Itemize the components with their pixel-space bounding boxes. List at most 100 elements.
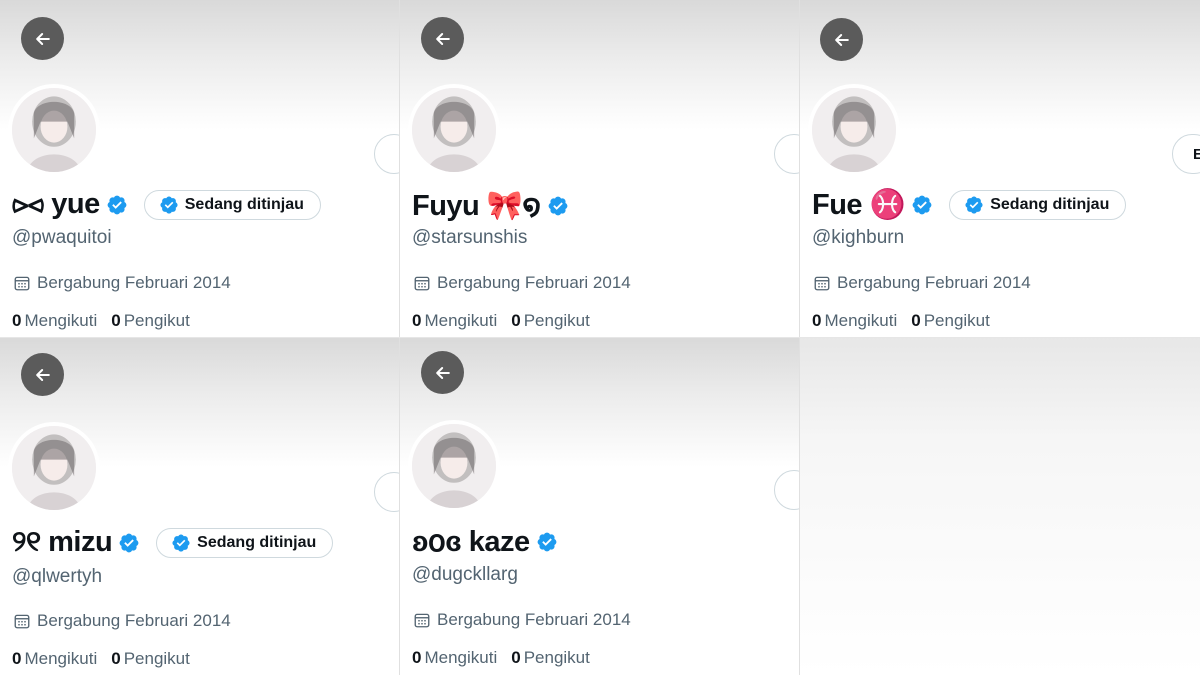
calendar-icon xyxy=(413,611,431,629)
following-count: 0 xyxy=(812,311,822,330)
review-status-badge[interactable]: Sedang ditinjau xyxy=(143,189,321,220)
verified-badge-icon[interactable] xyxy=(911,194,933,216)
follow-stats: 0 Mengikuti 0 Pengikut xyxy=(12,311,190,331)
back-button[interactable] xyxy=(21,353,64,396)
avatar[interactable] xyxy=(408,84,500,176)
name-row: ʚ𝗈ɞ kaze xyxy=(412,524,558,559)
display-name: Fue ♓ xyxy=(812,189,906,221)
verified-badge-icon xyxy=(964,195,984,215)
handle: @pwaquitoi xyxy=(12,227,112,248)
followers-count: 0 xyxy=(511,648,521,667)
following-count: 0 xyxy=(412,648,422,667)
name-row: Fue ♓ Sedang ditinjau xyxy=(812,188,1127,222)
following-count: 0 xyxy=(12,649,22,668)
avatar[interactable] xyxy=(408,420,500,512)
avatar[interactable] xyxy=(808,84,900,176)
calendar-icon xyxy=(813,274,831,292)
follow-button[interactable] xyxy=(374,134,400,174)
follow-stats: 0 Mengikuti 0 Pengikut xyxy=(412,311,590,331)
followers-count: 0 xyxy=(911,311,921,330)
arrow-left-icon xyxy=(832,30,852,50)
following-link[interactable]: 0 Mengikuti xyxy=(412,311,497,331)
name-row: ⪧⪦ yue Sedang ditinjau xyxy=(12,188,321,221)
verified-badge-icon xyxy=(171,533,191,553)
verified-badge-icon[interactable] xyxy=(536,531,558,553)
arrow-left-icon xyxy=(33,365,53,385)
verified-badge-icon[interactable] xyxy=(547,195,569,217)
following-link[interactable]: 0 Mengikuti xyxy=(12,311,97,331)
profile-card: E Fue ♓ Sedang ditinjau @kighburn Bergab… xyxy=(800,0,1200,338)
following-label: Mengikuti xyxy=(424,311,498,330)
join-date-label: Bergabung Februari 2014 xyxy=(437,610,631,629)
join-date: Bergabung Februari 2014 xyxy=(813,273,1031,293)
avatar[interactable] xyxy=(8,84,100,176)
following-link[interactable]: 0 Mengikuti xyxy=(812,311,897,331)
followers-count: 0 xyxy=(511,311,521,330)
join-date: Bergabung Februari 2014 xyxy=(413,610,631,630)
name-row: Fuyu 🎀໑ xyxy=(412,188,569,223)
handle: @qlwertyh xyxy=(12,566,103,587)
join-date-label: Bergabung Februari 2014 xyxy=(37,273,231,292)
divider xyxy=(0,337,1200,338)
back-button[interactable] xyxy=(421,351,464,394)
profile-grid: ⪧⪦ yue Sedang ditinjau @pwaquitoi Bergab… xyxy=(0,0,1200,675)
join-date: Bergabung Februari 2014 xyxy=(413,273,631,293)
followers-label: Pengikut xyxy=(123,311,190,330)
review-status-label: Sedang ditinjau xyxy=(990,196,1110,213)
followers-link[interactable]: 0 Pengikut xyxy=(511,648,590,668)
profile-card: ⪧⪦ yue Sedang ditinjau @pwaquitoi Bergab… xyxy=(0,0,400,338)
followers-label: Pengikut xyxy=(923,311,990,330)
handle: @dugckllarg xyxy=(412,564,518,585)
review-status-label: Sedang ditinjau xyxy=(184,195,304,213)
join-date: Bergabung Februari 2014 xyxy=(13,611,231,631)
following-count: 0 xyxy=(12,311,22,330)
back-button[interactable] xyxy=(21,17,64,60)
arrow-left-icon xyxy=(433,363,453,383)
name-row: ୨୧ mizu Sedang ditinjau xyxy=(12,526,334,559)
profile-card: ʚ𝗈ɞ kaze @dugckllarg Bergabung Februari … xyxy=(400,337,800,675)
follow-button[interactable]: E xyxy=(1172,134,1200,174)
profile-card: Fuyu 🎀໑ @starsunshis Bergabung Februari … xyxy=(400,0,800,338)
followers-link[interactable]: 0 Pengikut xyxy=(511,311,590,331)
followers-link[interactable]: 0 Pengikut xyxy=(111,311,190,331)
empty-panel xyxy=(800,337,1200,675)
display-name: Fuyu 🎀໑ xyxy=(412,190,541,222)
followers-link[interactable]: 0 Pengikut xyxy=(111,649,190,669)
following-label: Mengikuti xyxy=(24,311,98,330)
calendar-icon xyxy=(13,274,31,292)
arrow-left-icon xyxy=(33,29,53,49)
followers-count: 0 xyxy=(111,649,121,668)
handle: @kighburn xyxy=(812,227,905,248)
back-button[interactable] xyxy=(421,17,464,60)
follow-button[interactable] xyxy=(774,470,800,510)
display-name: ⪧⪦ yue xyxy=(12,188,100,220)
follow-stats: 0 Mengikuti 0 Pengikut xyxy=(412,648,590,668)
verified-badge-icon[interactable] xyxy=(118,532,140,554)
follow-button[interactable] xyxy=(374,472,400,512)
join-date-label: Bergabung Februari 2014 xyxy=(37,611,231,630)
join-date-label: Bergabung Februari 2014 xyxy=(437,273,631,292)
review-status-badge[interactable]: Sedang ditinjau xyxy=(156,527,334,558)
followers-link[interactable]: 0 Pengikut xyxy=(911,311,990,331)
follow-button[interactable] xyxy=(774,134,800,174)
display-name: ୨୧ mizu xyxy=(12,526,113,558)
handle: @starsunshis xyxy=(412,227,528,248)
avatar[interactable] xyxy=(8,422,100,514)
follow-stats: 0 Mengikuti 0 Pengikut xyxy=(812,311,990,331)
following-label: Mengikuti xyxy=(424,648,498,667)
following-label: Mengikuti xyxy=(824,311,898,330)
following-label: Mengikuti xyxy=(24,649,98,668)
following-count: 0 xyxy=(412,311,422,330)
back-button[interactable] xyxy=(820,18,863,61)
verified-badge-icon[interactable] xyxy=(106,194,128,216)
calendar-icon xyxy=(413,274,431,292)
follow-stats: 0 Mengikuti 0 Pengikut xyxy=(12,649,190,669)
join-date-label: Bergabung Februari 2014 xyxy=(837,273,1031,292)
following-link[interactable]: 0 Mengikuti xyxy=(12,649,97,669)
following-link[interactable]: 0 Mengikuti xyxy=(412,648,497,668)
review-status-badge[interactable]: Sedang ditinjau xyxy=(949,190,1127,220)
followers-label: Pengikut xyxy=(123,649,190,668)
followers-label: Pengikut xyxy=(523,311,590,330)
verified-badge-icon xyxy=(159,195,179,215)
join-date: Bergabung Februari 2014 xyxy=(13,273,231,293)
